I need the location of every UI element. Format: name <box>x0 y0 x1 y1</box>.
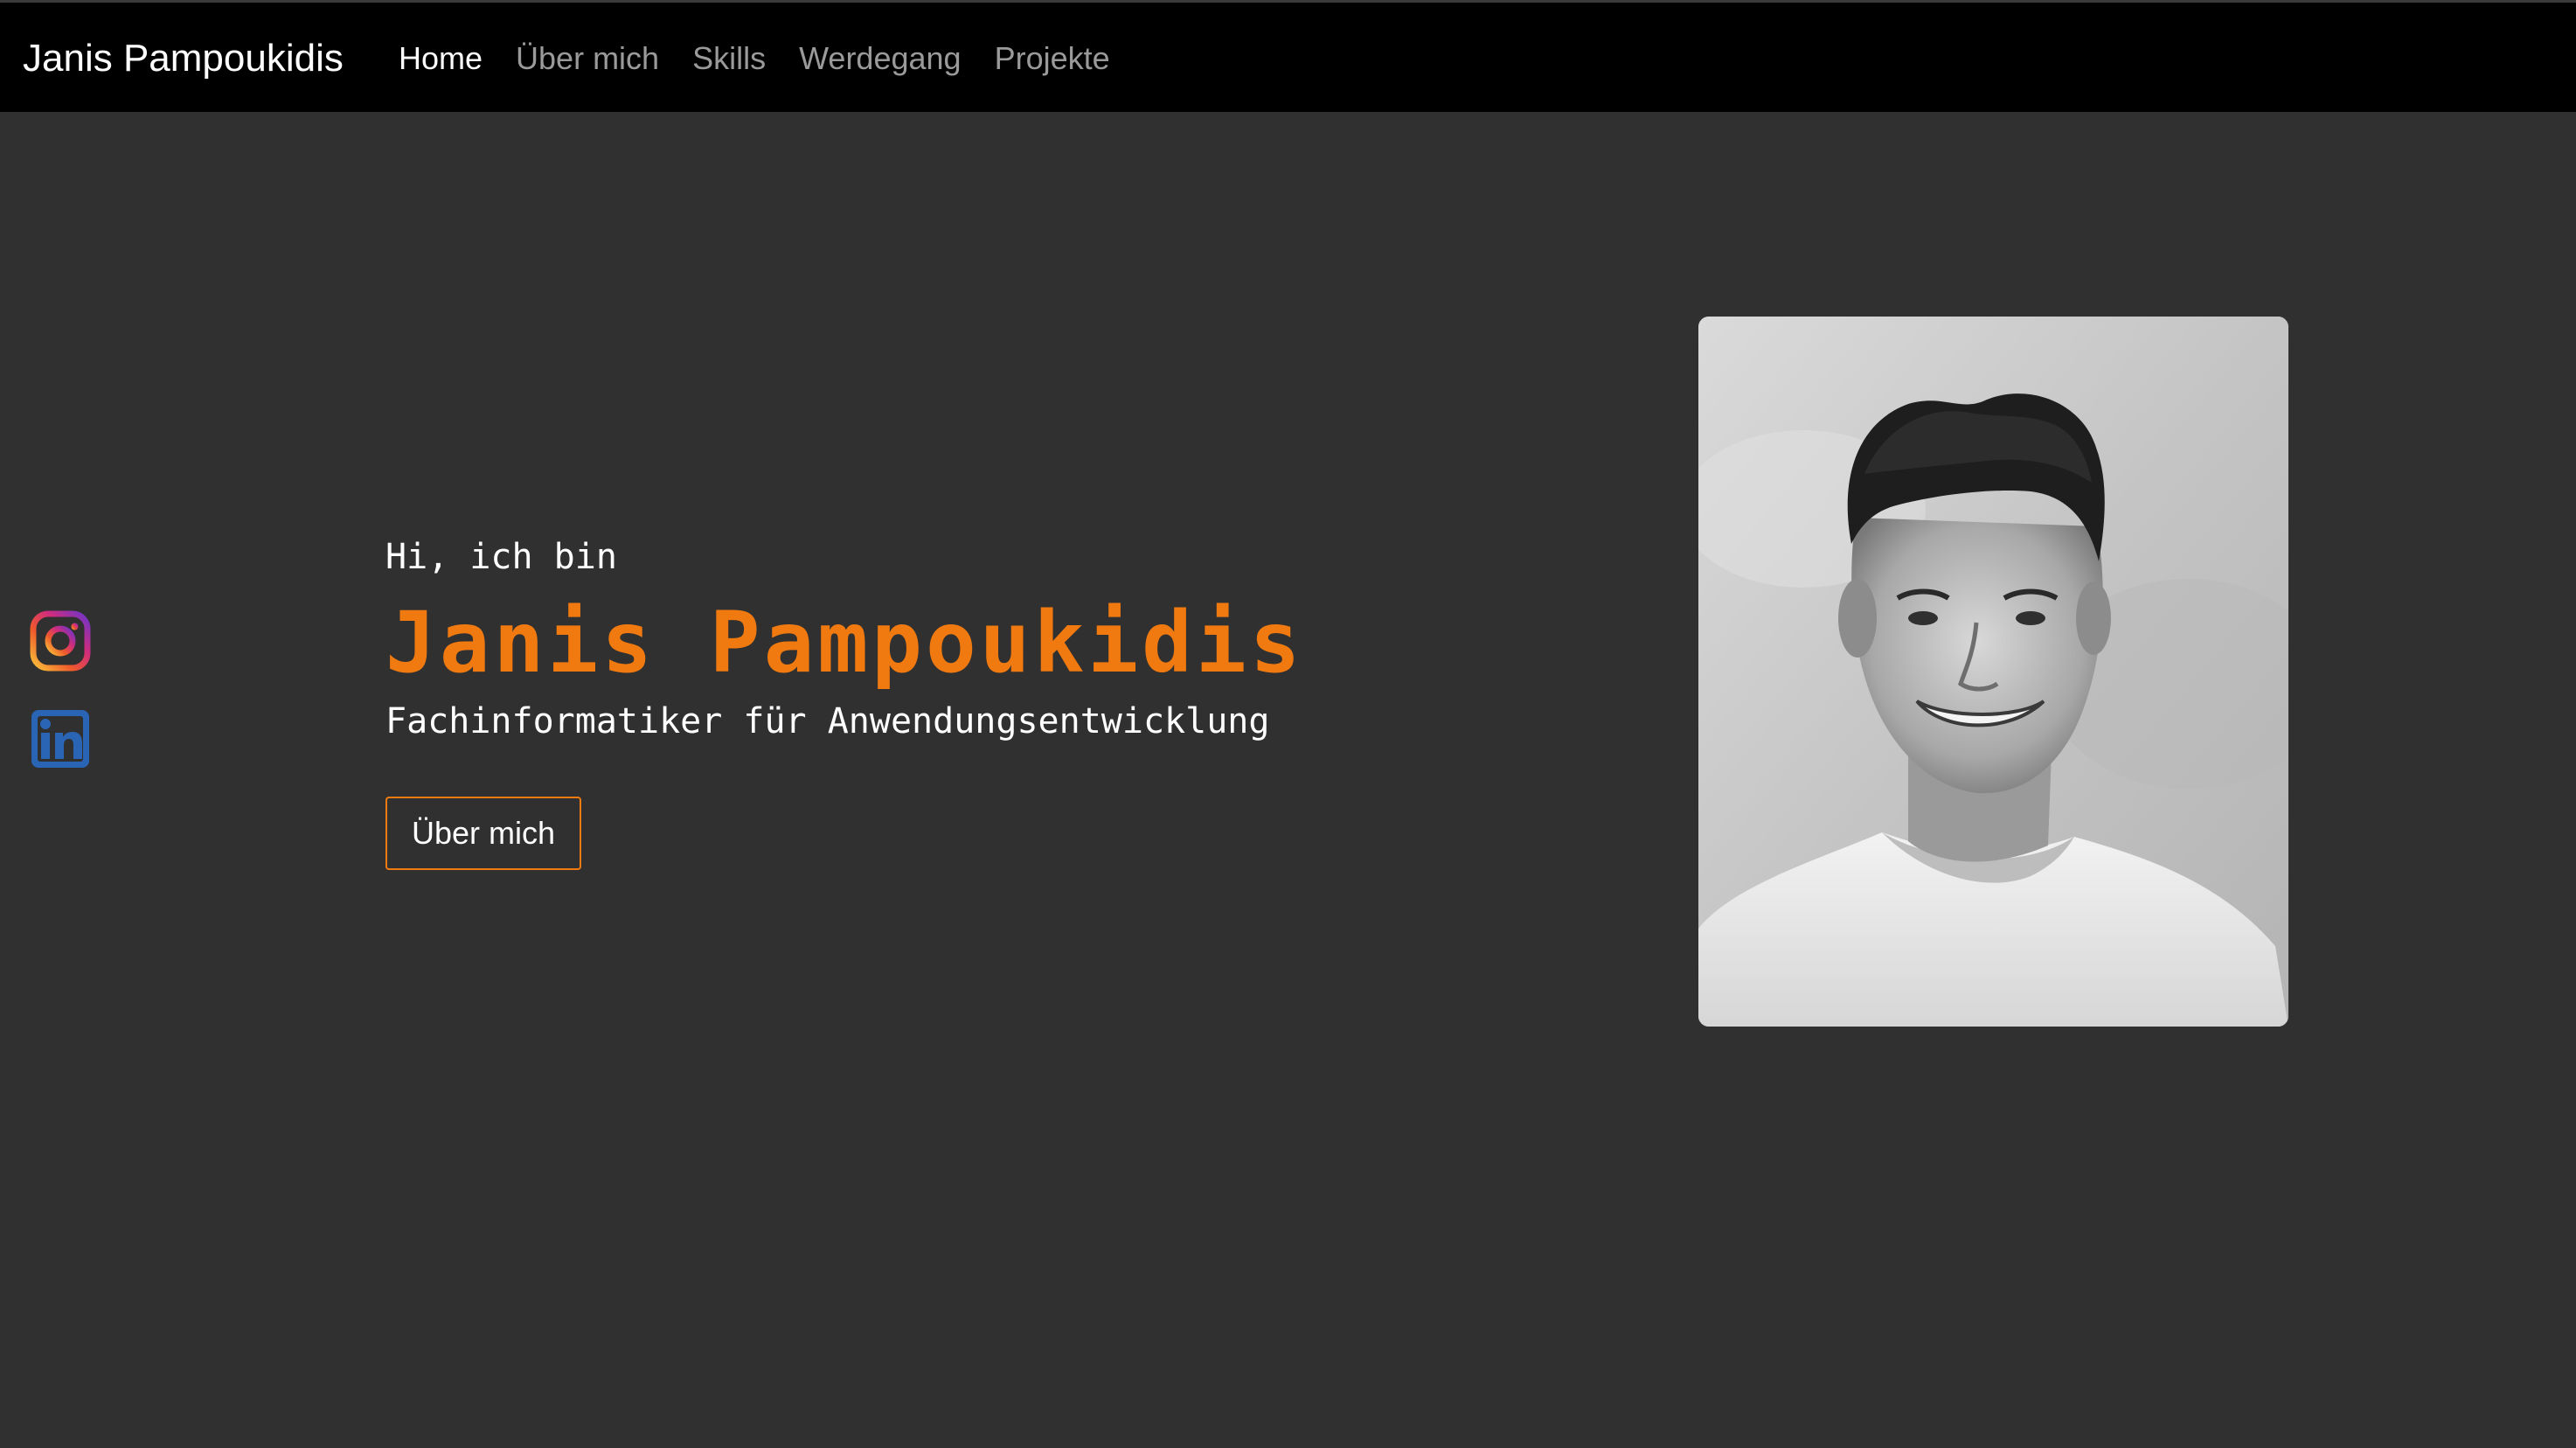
linkedin-icon[interactable] <box>30 708 91 769</box>
nav-link-skills[interactable]: Skills <box>692 40 766 76</box>
instagram-icon[interactable] <box>30 610 91 672</box>
nav-link-werdegang[interactable]: Werdegang <box>799 40 961 76</box>
portrait-photo <box>1698 317 2288 1027</box>
social-links <box>30 610 93 806</box>
nav-links: Home Über mich Skills Werdegang Projekte <box>399 38 1143 80</box>
ueber-mich-button[interactable]: Über mich <box>385 797 582 870</box>
navbar: Janis Pampoukidis Home Über mich Skills … <box>0 0 2576 112</box>
hero-section: Hi, ich bin Janis Pampoukidis Fachinform… <box>385 529 1304 870</box>
hero-subtitle: Fachinformatiker für Anwendungsentwicklu… <box>385 701 1270 741</box>
hero-name: Janis Pampoukidis <box>385 594 1304 692</box>
nav-link-projekte[interactable]: Projekte <box>995 40 1110 76</box>
brand-link[interactable]: Janis Pampoukidis <box>23 34 344 83</box>
nav-link-home[interactable]: Home <box>399 40 483 76</box>
hero-greeting: Hi, ich bin <box>385 537 617 577</box>
nav-link-ueber-mich[interactable]: Über mich <box>516 40 659 76</box>
